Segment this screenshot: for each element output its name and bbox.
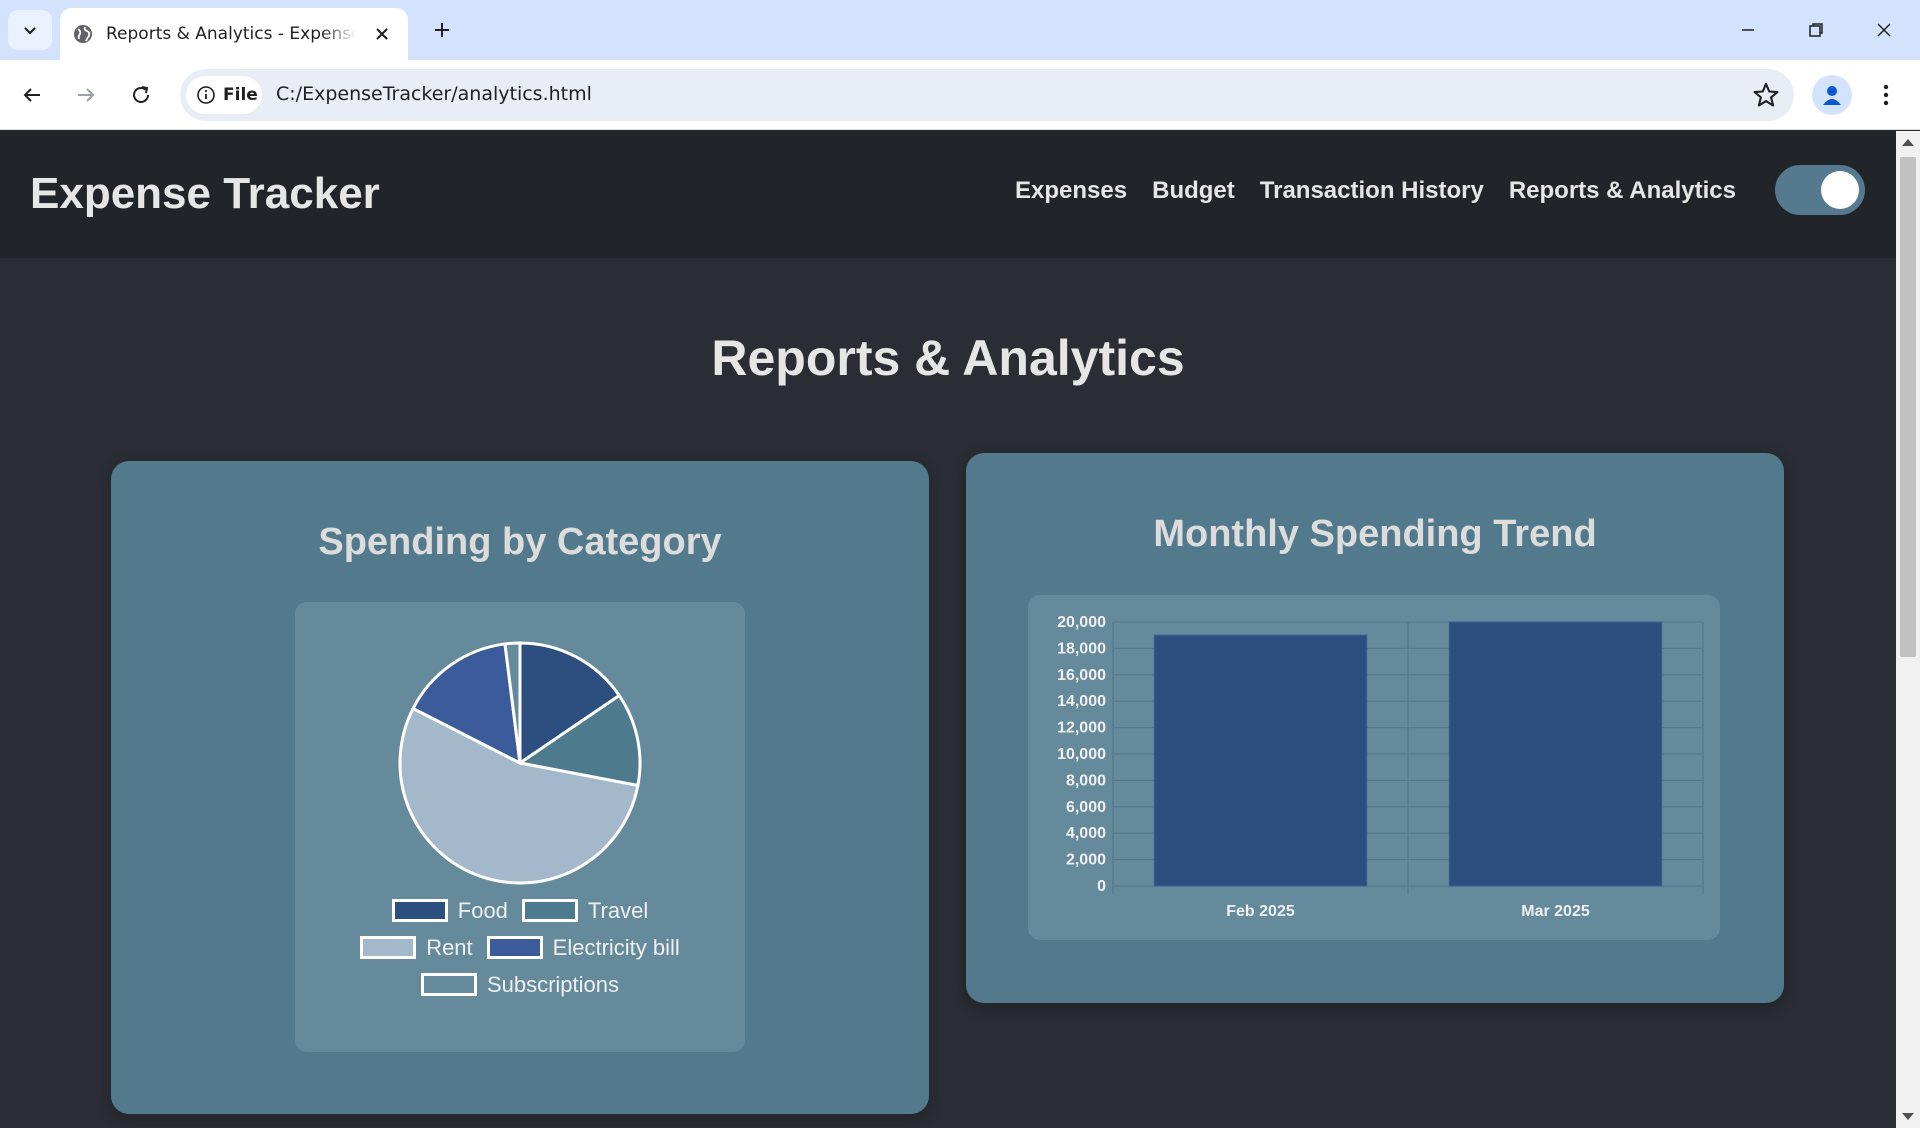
x-tick-label: Feb 2025 [1226, 903, 1295, 920]
page-viewport: Expense Tracker Expenses Budget Transact… [0, 131, 1896, 1128]
nav-expenses[interactable]: Expenses [1015, 177, 1127, 205]
globe-icon [74, 25, 92, 43]
legend-item-subscriptions[interactable]: Subscriptions [420, 971, 620, 998]
monthly-spending-trend-card: Monthly Spending Trend 20,000 18,000 16,00… [966, 453, 1784, 1003]
pie-chart-container: Food Travel Rent Electricity bill Subscr… [295, 602, 745, 1052]
y-tick-label: 6,000 [1066, 799, 1106, 816]
theme-toggle[interactable] [1775, 165, 1865, 215]
y-tick-label: 16,000 [1057, 667, 1106, 684]
legend-swatch-subscriptions [420, 973, 477, 996]
legend-item-electricity-bill[interactable]: Electricity bill [486, 934, 680, 961]
bookmark-star-icon[interactable] [1752, 81, 1780, 109]
bar-mar-2025[interactable] [1448, 621, 1663, 887]
chevron-down-icon [24, 27, 36, 35]
y-tick-label: 8,000 [1066, 772, 1106, 789]
x-tick-label: Mar 2025 [1521, 903, 1590, 920]
legend-item-food[interactable]: Food [391, 897, 508, 924]
scroll-up-arrow[interactable] [1902, 139, 1914, 146]
close-icon [376, 28, 388, 40]
site-info-chip[interactable]: File [186, 76, 262, 114]
y-tick-label: 10,000 [1057, 746, 1106, 763]
info-icon [197, 86, 215, 104]
back-button[interactable] [12, 75, 52, 115]
scroll-thumb[interactable] [1900, 157, 1916, 657]
reload-icon [133, 86, 149, 103]
plus-icon [435, 23, 449, 37]
bar-feb-2025[interactable] [1153, 634, 1368, 887]
bar-chart-container: 20,000 18,000 16,000 14,000 12,000 10,000 8,00… [1028, 595, 1720, 940]
legend-swatch-rent [360, 936, 417, 959]
browser-tab-strip: Reports & Analytics - Expense Tracker [0, 0, 1920, 60]
y-tick-label: 14,000 [1057, 693, 1106, 710]
legend-swatch-travel [521, 899, 578, 922]
person-icon [1823, 86, 1841, 105]
y-tick-label: 4,000 [1066, 825, 1106, 842]
nav-transaction-history[interactable]: Transaction History [1260, 177, 1484, 205]
card-title-trend: Monthly Spending Trend [1153, 513, 1597, 555]
tab-search-button[interactable] [8, 10, 52, 50]
reload-button[interactable] [121, 75, 161, 115]
more-vertical-icon [1883, 84, 1889, 106]
arrow-right-icon [78, 88, 95, 102]
site-info-label: File [223, 85, 258, 105]
browser-toolbar: File C:/ExpenseTracker/analytics.html [0, 60, 1920, 130]
toggle-knob [1821, 171, 1859, 209]
browser-menu-button[interactable] [1866, 75, 1906, 115]
card-title-category: Spending by Category [318, 521, 722, 563]
forward-button[interactable] [66, 75, 106, 115]
legend-item-rent[interactable]: Rent [360, 934, 473, 961]
page-scrollbar[interactable] [1896, 131, 1920, 1128]
nav-budget[interactable]: Budget [1152, 177, 1235, 205]
legend-swatch-electricity-bill [486, 936, 543, 959]
main-nav: Expenses Budget Transaction History Repo… [1015, 177, 1736, 205]
legend-item-travel[interactable]: Travel [521, 897, 649, 924]
y-tick-label: 2,000 [1066, 852, 1106, 869]
url-text[interactable]: C:/ExpenseTracker/analytics.html [276, 83, 592, 105]
legend-label-electricity-bill: Electricity bill [552, 934, 680, 960]
y-tick-label: 20,000 [1057, 614, 1106, 631]
legend-label-subscriptions: Subscriptions [486, 971, 620, 997]
legend-label-rent: Rent [426, 934, 473, 960]
tab-title: Reports & Analytics - Expense Tracker [106, 24, 356, 44]
profile-button[interactable] [1812, 75, 1852, 115]
y-tick-label: 18,000 [1057, 640, 1106, 657]
active-tab[interactable]: Reports & Analytics - Expense Tracker [60, 8, 408, 60]
arrow-left-icon [23, 88, 40, 102]
close-window-button[interactable] [1856, 8, 1912, 52]
restore-icon [1809, 23, 1823, 37]
app-header: Expense Tracker Expenses Budget Transact… [0, 131, 1896, 258]
scroll-down-arrow[interactable] [1902, 1113, 1914, 1120]
address-bar[interactable]: File C:/ExpenseTracker/analytics.html [180, 69, 1794, 121]
legend-label-travel: Travel [587, 897, 649, 923]
y-tick-label: 0 [1097, 878, 1106, 895]
minimize-button[interactable] [1720, 8, 1776, 52]
minimize-icon [1742, 29, 1754, 31]
pie-legend: Food Travel Rent Electricity bill Subscr… [295, 892, 745, 1003]
nav-reports-analytics[interactable]: Reports & Analytics [1509, 177, 1736, 205]
tab-close-button[interactable] [370, 22, 394, 46]
page-title: Reports & Analytics [711, 330, 1185, 386]
legend-label-food: Food [457, 897, 508, 923]
bar-chart: 20,000 18,000 16,000 14,000 12,000 10,000 8,00… [1057, 614, 1704, 920]
new-tab-button[interactable] [424, 12, 460, 48]
restore-button[interactable] [1788, 8, 1844, 52]
brand-title: Expense Tracker [30, 169, 380, 218]
close-icon [1877, 23, 1891, 37]
spending-by-category-card: Spending by Category Food Travel Rent El… [111, 461, 929, 1114]
legend-swatch-food [391, 899, 448, 922]
pie-chart [398, 641, 642, 885]
y-tick-label: 12,000 [1057, 720, 1106, 737]
